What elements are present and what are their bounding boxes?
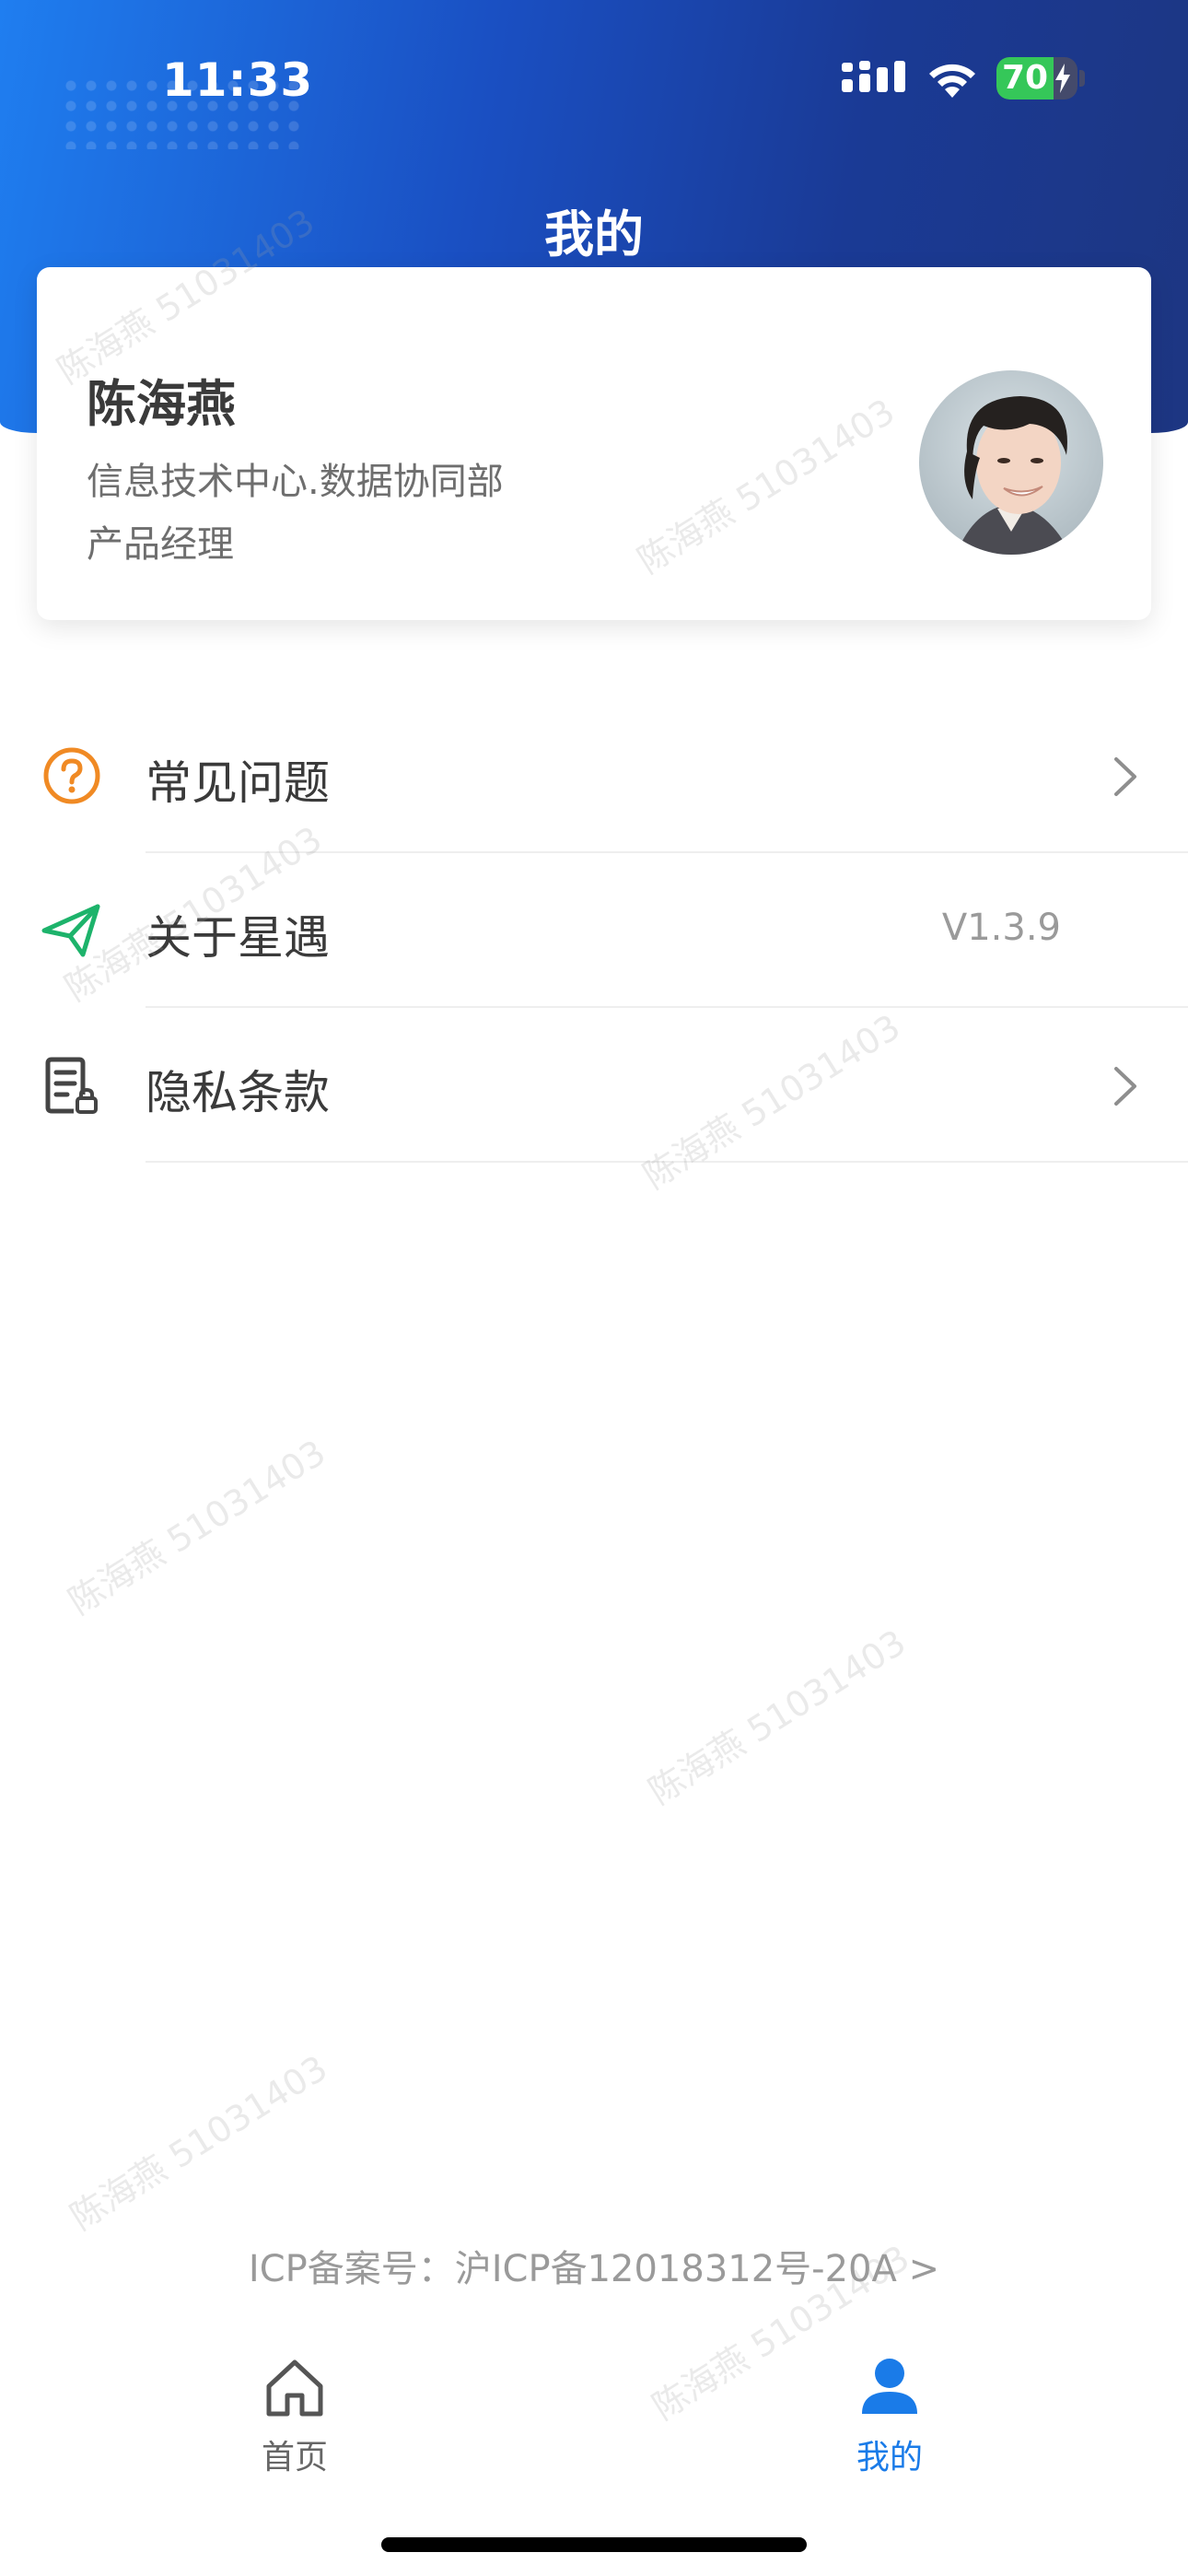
profile-job-title: 产品经理 bbox=[87, 523, 234, 566]
screen: 11:33 70 我的 陈海燕 信息技术中心.数据协同部 产品经理 常见问题 关… bbox=[0, 0, 1188, 2576]
tab-label-home: 首页 bbox=[261, 2439, 328, 2476]
profile-name: 陈海燕 bbox=[87, 375, 236, 433]
home-indicator[interactable] bbox=[381, 2537, 807, 2552]
tab-label-mine: 我的 bbox=[856, 2439, 923, 2476]
menu-label-privacy: 隐私条款 bbox=[146, 1066, 330, 1119]
divider bbox=[146, 1161, 1188, 1163]
document-lock-icon bbox=[45, 1057, 98, 1114]
menu-label-about: 关于星遇 bbox=[146, 911, 330, 965]
status-time: 11:33 bbox=[162, 53, 314, 107]
menu-label-faq: 常见问题 bbox=[146, 756, 330, 810]
chevron-right-icon bbox=[1114, 757, 1136, 796]
battery-percent: 70 bbox=[1002, 59, 1049, 97]
battery-indicator: 70 bbox=[996, 57, 1077, 100]
home-icon bbox=[266, 2359, 323, 2417]
menu-item-privacy[interactable]: 隐私条款 bbox=[0, 1008, 1188, 1163]
page-title: 我的 bbox=[544, 205, 644, 263]
watermark: 陈海燕 51031403 bbox=[63, 2047, 335, 2238]
tab-mine[interactable]: 我的 bbox=[798, 2355, 982, 2484]
charging-bolt-icon bbox=[1055, 64, 1070, 93]
watermark: 陈海燕 51031403 bbox=[61, 1432, 333, 1622]
menu-item-about[interactable]: 关于星遇 V1.3.9 bbox=[0, 853, 1188, 1008]
profile-card[interactable]: 陈海燕 信息技术中心.数据协同部 产品经理 bbox=[37, 267, 1151, 620]
chevron-right-icon bbox=[1114, 1067, 1136, 1106]
app-version: V1.3.9 bbox=[941, 907, 1061, 949]
battery-cap bbox=[1079, 70, 1085, 87]
wifi-icon bbox=[929, 64, 975, 98]
question-circle-icon bbox=[43, 747, 100, 804]
menu-item-faq[interactable]: 常见问题 bbox=[0, 698, 1188, 853]
user-avatar-photo bbox=[919, 370, 1103, 555]
paper-plane-icon bbox=[41, 904, 100, 957]
avatar[interactable] bbox=[919, 370, 1103, 555]
icp-record-link[interactable]: ICP备案号：沪ICP备12018312号-20A > bbox=[0, 2239, 1188, 2292]
cellular-signal-icon bbox=[842, 61, 905, 92]
tab-home[interactable]: 首页 bbox=[203, 2355, 387, 2484]
profile-department: 信息技术中心.数据协同部 bbox=[87, 461, 504, 503]
watermark: 陈海燕 51031403 bbox=[641, 1622, 914, 1812]
person-icon bbox=[862, 2359, 917, 2414]
